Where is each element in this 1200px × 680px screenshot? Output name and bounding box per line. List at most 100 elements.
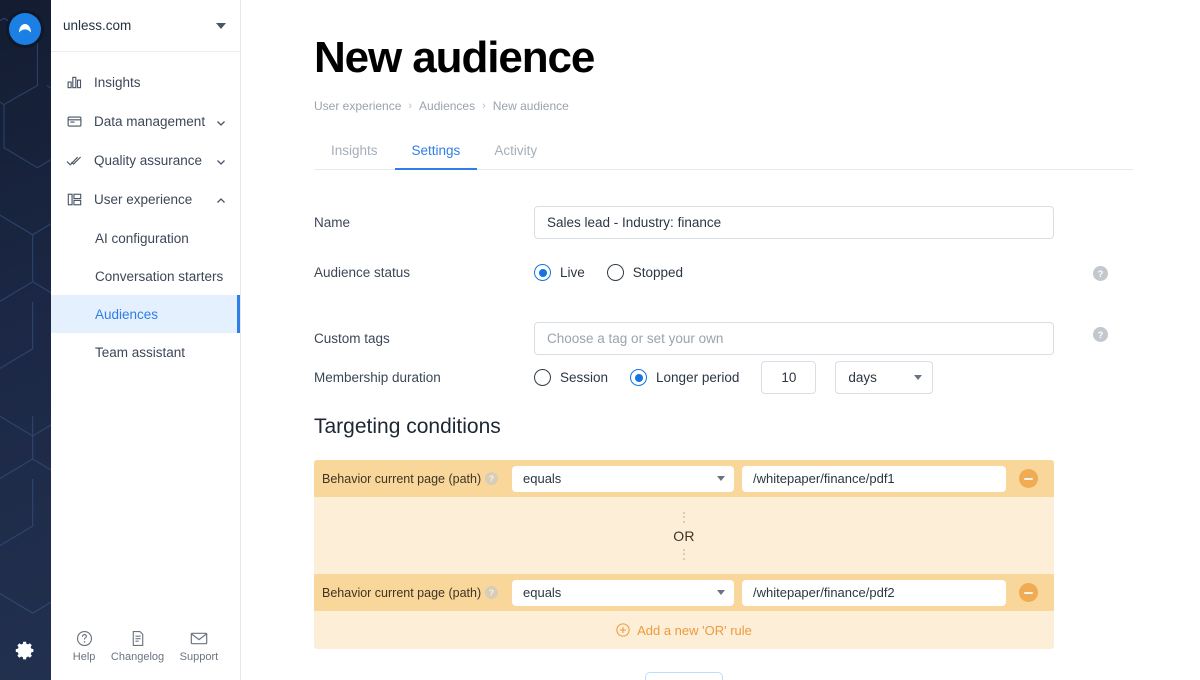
name-label: Name xyxy=(314,215,534,230)
chevron-down-icon xyxy=(914,375,922,380)
rule-value-input[interactable] xyxy=(742,580,1006,606)
sidebar-item-audiences[interactable]: Audiences xyxy=(51,295,240,333)
svg-text:?: ? xyxy=(1098,269,1104,279)
tab-activity[interactable]: Activity xyxy=(477,138,554,169)
add-or-rule-button[interactable]: Add a new 'OR' rule xyxy=(314,611,1054,649)
rule-value-input[interactable] xyxy=(742,466,1006,492)
sidebar-item-team-assistant[interactable]: Team assistant xyxy=(51,333,240,371)
radio-session[interactable] xyxy=(534,369,551,386)
sidebar-item-conversation-starters[interactable]: Conversation starters xyxy=(51,257,240,295)
condition-rule-row: Behavior current page (path) ? equals xyxy=(314,460,1054,497)
support-button[interactable]: Support xyxy=(180,630,219,663)
radio-session-label: Session xyxy=(560,370,608,385)
and-group-box[interactable] xyxy=(645,672,723,680)
radio-stopped-label: Stopped xyxy=(633,265,683,280)
changelog-button[interactable]: Changelog xyxy=(111,630,164,663)
document-icon xyxy=(129,630,147,648)
chevron-up-icon xyxy=(215,194,227,206)
custom-tags-input[interactable] xyxy=(534,322,1054,355)
site-switcher[interactable]: unless.com xyxy=(51,0,240,52)
targeting-section-title: Targeting conditions xyxy=(314,415,501,439)
svg-text:?: ? xyxy=(489,588,494,598)
support-label: Support xyxy=(180,651,219,663)
main-content: New audience User experience › Audiences… xyxy=(241,0,1200,680)
rule-attribute-text: Behavior current page (path) xyxy=(322,586,481,600)
duration-unit-value: days xyxy=(848,370,904,385)
question-circle-icon[interactable]: ? xyxy=(1093,327,1108,342)
changelog-label: Changelog xyxy=(111,651,164,663)
duration-amount-input[interactable] xyxy=(761,361,816,394)
sidebar: unless.com Insights Data management xyxy=(51,0,241,680)
svg-text:?: ? xyxy=(489,474,494,484)
chevron-down-icon xyxy=(215,116,227,128)
help-label: Help xyxy=(73,651,96,663)
sidebar-item-user-experience[interactable]: User experience xyxy=(51,180,240,219)
check-double-icon xyxy=(64,151,84,171)
or-divider: OR xyxy=(314,497,1054,574)
add-or-rule-label: Add a new 'OR' rule xyxy=(637,623,752,638)
folder-icon xyxy=(64,112,84,132)
rule-operator-value: equals xyxy=(523,471,717,486)
page-title: New audience xyxy=(314,36,594,80)
custom-tags-label: Custom tags xyxy=(314,331,534,346)
tab-insights[interactable]: Insights xyxy=(314,138,395,169)
minus-circle-icon[interactable] xyxy=(1019,583,1038,602)
app-rail xyxy=(0,0,51,680)
unless-logo-icon[interactable] xyxy=(9,13,41,45)
rule-attribute-label: Behavior current page (path) ? xyxy=(322,472,504,486)
radio-longer-period[interactable] xyxy=(630,369,647,386)
breadcrumb-separator-icon: › xyxy=(482,100,486,112)
envelope-icon xyxy=(190,630,208,648)
breadcrumb-item[interactable]: Audiences xyxy=(419,99,475,113)
radio-stopped[interactable] xyxy=(607,264,624,281)
breadcrumb: User experience › Audiences › New audien… xyxy=(314,99,569,113)
tab-settings[interactable]: Settings xyxy=(395,138,478,169)
sidebar-item-label: Data management xyxy=(94,114,215,129)
layout-grid-icon xyxy=(64,190,84,210)
radio-longer-period-label: Longer period xyxy=(656,370,739,385)
rule-operator-select[interactable]: equals xyxy=(512,580,734,606)
sidebar-item-quality-assurance[interactable]: Quality assurance xyxy=(51,141,240,180)
membership-duration-row: Membership duration Session Longer perio… xyxy=(314,361,1134,394)
or-label: OR xyxy=(673,528,695,544)
rule-attribute-text: Behavior current page (path) xyxy=(322,472,481,486)
question-circle-icon[interactable]: ? xyxy=(1093,266,1108,281)
rule-operator-select[interactable]: equals xyxy=(512,466,734,492)
custom-tags-row: Custom tags ? xyxy=(314,322,1134,355)
breadcrumb-item[interactable]: User experience xyxy=(314,99,401,113)
chevron-down-icon xyxy=(717,476,725,481)
chevron-down-icon xyxy=(215,155,227,167)
question-circle-icon[interactable]: ? xyxy=(485,586,498,599)
sidebar-item-label: Quality assurance xyxy=(94,153,215,168)
sidebar-item-data-management[interactable]: Data management xyxy=(51,102,240,141)
membership-duration-radio-group: Session Longer period days xyxy=(534,361,933,394)
sidebar-subitem-label: AI configuration xyxy=(95,231,189,246)
help-button[interactable]: Help xyxy=(73,630,96,663)
minus-circle-icon[interactable] xyxy=(1019,469,1038,488)
sidebar-subitem-label: Audiences xyxy=(95,307,158,322)
dots-icon xyxy=(683,512,685,523)
sidebar-nav: Insights Data management xyxy=(51,52,240,371)
sidebar-subitem-label: Conversation starters xyxy=(95,269,223,284)
gear-icon[interactable] xyxy=(14,639,36,661)
rule-attribute-label: Behavior current page (path) ? xyxy=(322,586,504,600)
chevron-down-icon xyxy=(717,590,725,595)
radio-live-label: Live xyxy=(560,265,585,280)
bar-chart-icon xyxy=(64,73,84,93)
audience-status-row: Audience status Live Stopped ? xyxy=(314,264,1134,281)
audience-status-label: Audience status xyxy=(314,265,534,280)
chevron-down-icon xyxy=(216,23,226,29)
sidebar-item-insights[interactable]: Insights xyxy=(51,63,240,102)
sidebar-item-label: Insights xyxy=(94,75,227,90)
breadcrumb-separator-icon: › xyxy=(408,100,412,112)
sidebar-item-ai-configuration[interactable]: AI configuration xyxy=(51,219,240,257)
condition-rule-row: Behavior current page (path) ? equals xyxy=(314,574,1054,611)
duration-unit-select[interactable]: days xyxy=(835,361,933,394)
breadcrumb-item: New audience xyxy=(493,99,569,113)
and-group-stub xyxy=(314,672,1054,680)
site-name: unless.com xyxy=(63,18,216,33)
question-circle-icon xyxy=(75,630,93,648)
radio-live[interactable] xyxy=(534,264,551,281)
name-input[interactable] xyxy=(534,206,1054,239)
question-circle-icon[interactable]: ? xyxy=(485,472,498,485)
